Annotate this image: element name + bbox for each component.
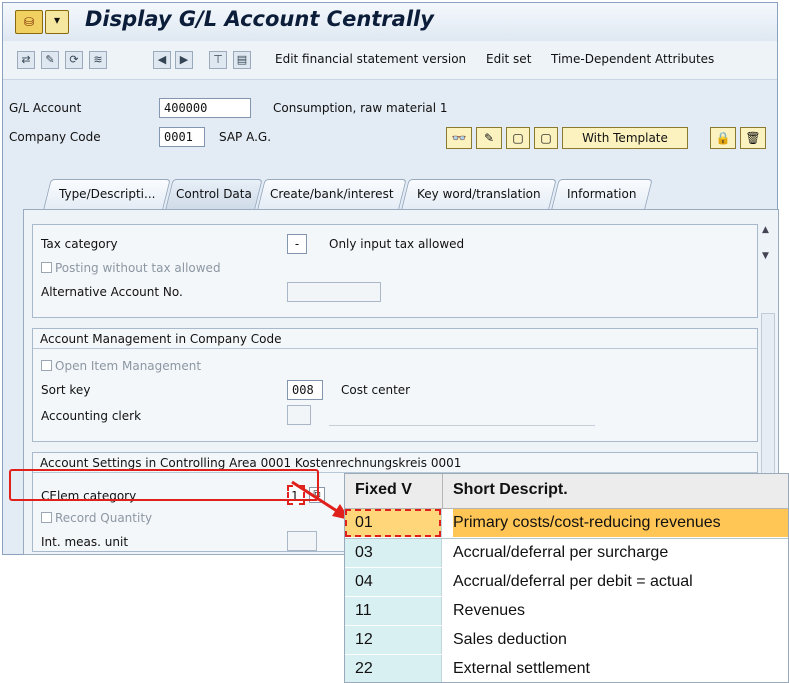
selected-row-highlight bbox=[345, 509, 441, 537]
dropdown-header: Fixed V Short Descript. bbox=[345, 474, 788, 509]
column-divider bbox=[442, 474, 443, 508]
row-code: 11 bbox=[345, 597, 442, 625]
row-code: 12 bbox=[345, 626, 442, 654]
dropdown-row[interactable]: 11 Revenues bbox=[345, 597, 788, 625]
fixed-values-dropdown: Fixed V Short Descript. 01 Primary costs… bbox=[344, 473, 789, 683]
dropdown-row[interactable]: 04 Accrual/deferral per debit = actual bbox=[345, 568, 788, 596]
row-code: 22 bbox=[345, 655, 442, 682]
dropdown-row-selected[interactable]: 01 Primary costs/cost-reducing revenues bbox=[345, 509, 788, 537]
fixed-value-column-header[interactable]: Fixed V bbox=[355, 481, 412, 499]
row-description: Accrual/deferral per debit = actual bbox=[453, 573, 693, 590]
row-code: 04 bbox=[345, 568, 442, 596]
dropdown-row[interactable]: 03 Accrual/deferral per surcharge bbox=[345, 539, 788, 567]
row-description: Accrual/deferral per surcharge bbox=[453, 544, 669, 561]
row-description: External settlement bbox=[453, 660, 590, 677]
dropdown-row[interactable]: 12 Sales deduction bbox=[345, 626, 788, 654]
dropdown-row[interactable]: 22 External settlement bbox=[345, 655, 788, 682]
row-description: Sales deduction bbox=[453, 631, 567, 648]
short-description-column-header[interactable]: Short Descript. bbox=[453, 481, 568, 499]
row-description: Primary costs/cost-reducing revenues bbox=[453, 509, 788, 537]
row-code: 03 bbox=[345, 539, 442, 567]
row-description: Revenues bbox=[453, 602, 526, 619]
